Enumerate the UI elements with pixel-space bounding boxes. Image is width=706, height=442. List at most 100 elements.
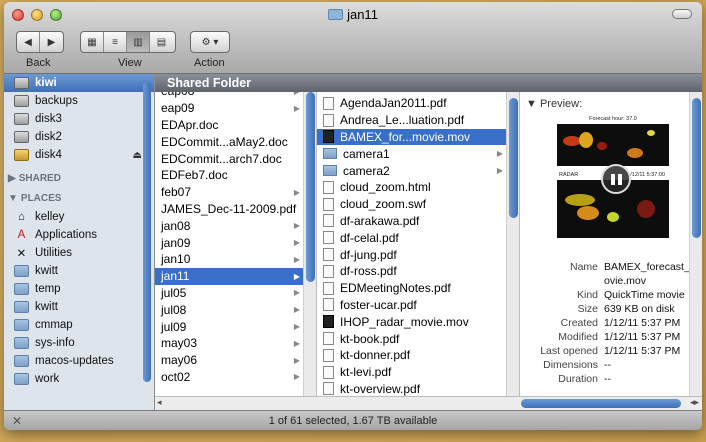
list-item[interactable]: df-ross.pdf — [317, 263, 519, 280]
sidebar-item-work[interactable]: work — [4, 370, 154, 388]
sidebar-heading-places[interactable]: ▼ PLACES — [4, 188, 154, 208]
folder-icon — [14, 337, 29, 349]
list-item[interactable]: EDMeetingNotes.pdf — [317, 280, 519, 297]
list-item[interactable]: EDCommit...aMay2.doc — [155, 133, 316, 150]
sidebar-item-disk2[interactable]: disk2 — [4, 128, 154, 146]
sidebar-item-kelley[interactable]: ⌂ kelley — [4, 208, 154, 226]
list-item[interactable]: foster-ucar.pdf — [317, 297, 519, 314]
column2-scrollbar[interactable] — [509, 98, 518, 218]
sidebar-item-label: kelley — [35, 211, 65, 223]
document-icon — [323, 113, 334, 127]
sidebar-item-utilities[interactable]: ✕ Utilities — [4, 244, 154, 262]
movie-icon — [323, 315, 334, 329]
list-item[interactable]: AgendaJan2011.pdf — [317, 95, 519, 112]
list-item[interactable]: df-arakawa.pdf — [317, 213, 519, 230]
column-browser-1: eap08 ▶ eap09 ▶ EDApr.doc EDCommit...aMay2.do… — [155, 92, 317, 396]
sidebar-heading-shared[interactable]: ▶ SHARED — [4, 168, 154, 188]
column1-scrollbar[interactable] — [306, 92, 315, 282]
list-item[interactable]: kt-levi.pdf — [317, 364, 519, 381]
sidebar-item-kwitt-2[interactable]: kwitt — [4, 298, 154, 316]
forward-button[interactable]: ▶ — [40, 32, 63, 52]
toolbar-toggle-button[interactable] — [672, 9, 692, 19]
sidebar-item-label: disk2 — [35, 131, 62, 143]
list-item[interactable]: eap09 ▶ — [155, 100, 316, 117]
sidebar-item-backups[interactable]: backups — [4, 92, 154, 110]
list-item[interactable]: cloud_zoom.html — [317, 179, 519, 196]
list-item-label: camera2 — [343, 163, 390, 178]
list-item[interactable]: jan08 ▶ — [155, 217, 316, 234]
info-key: Dimensions — [543, 359, 598, 371]
sidebar-item-applications[interactable]: A Applications — [4, 226, 154, 244]
list-item[interactable]: Andrea_Le...luation.pdf — [317, 112, 519, 129]
list-item[interactable]: cloud_zoom.swf — [317, 196, 519, 213]
list-item[interactable]: df-celal.pdf — [317, 229, 519, 246]
folder-icon — [323, 165, 337, 177]
list-item[interactable]: BAMEX_for...movie.mov — [317, 128, 519, 146]
scroll-right-arrow-icon[interactable]: ◂▸ — [690, 397, 699, 408]
sidebar-item-temp[interactable]: temp — [4, 280, 154, 298]
pause-button[interactable] — [601, 164, 631, 194]
list-item[interactable]: kt-overview.pdf — [317, 381, 519, 396]
column1-scroll-track[interactable] — [303, 92, 316, 396]
info-row: Duration -- — [520, 372, 702, 386]
sidebar-item-kwitt[interactable]: kwitt — [4, 262, 154, 280]
action-menu-button[interactable]: ⚙ ▾ — [190, 31, 230, 53]
preview-scrollbar[interactable] — [692, 98, 701, 238]
pause-icon — [617, 173, 622, 185]
list-item[interactable]: eap08 ▶ — [155, 92, 316, 100]
list-item[interactable]: EDFeb7.doc — [155, 167, 316, 184]
file-info: Name BAMEX_forecast_m ovie.mov Kind QuickTim… — [520, 260, 702, 386]
list-item-label: eap08 — [161, 92, 194, 98]
sidebar-item-sys-info[interactable]: sys-info — [4, 334, 154, 352]
column2-scroll-track[interactable] — [506, 92, 519, 396]
list-item[interactable]: camera2 ▶ — [317, 162, 519, 179]
sidebar-item-cmmap[interactable]: cmmap — [4, 316, 154, 334]
info-value: -- — [604, 359, 611, 371]
sidebar-item-macos-updates[interactable]: macos-updates — [4, 352, 154, 370]
list-item[interactable]: may03 ▶ — [155, 335, 316, 352]
list-item[interactable]: EDApr.doc — [155, 117, 316, 134]
document-icon — [323, 180, 334, 194]
info-row: Dimensions -- — [520, 358, 702, 372]
preview-scroll-track[interactable] — [689, 92, 702, 396]
radar-map-top — [557, 124, 669, 166]
icon-view-button[interactable]: ▦ — [81, 32, 104, 52]
chevron-right-icon: ▶ — [293, 372, 300, 382]
list-item[interactable]: jan10 ▶ — [155, 251, 316, 268]
list-item[interactable]: kt-book.pdf — [317, 330, 519, 347]
list-item[interactable]: jul08 ▶ — [155, 301, 316, 318]
coverflow-view-button[interactable]: ▤ — [150, 32, 173, 52]
back-button[interactable]: ◀ — [17, 32, 40, 52]
list-item[interactable]: kt-donner.pdf — [317, 347, 519, 364]
sidebar-item-kiwi[interactable]: kiwi — [4, 74, 154, 92]
list-item-label: EDCommit...arch7.doc — [161, 151, 282, 166]
horizontal-scrollbar[interactable] — [521, 399, 681, 408]
list-item[interactable]: camera1 ▶ — [317, 145, 519, 162]
sidebar-item-disk3[interactable]: disk3 — [4, 110, 154, 128]
eject-icon[interactable]: ⏏ — [133, 150, 142, 161]
list-item[interactable]: feb07 ▶ — [155, 184, 316, 201]
list-item[interactable]: jan11 ▶ — [155, 267, 316, 285]
horizontal-scroll-track[interactable]: ◂ ◂▸ — [155, 396, 702, 410]
chevron-right-icon: ▶ — [496, 149, 503, 159]
list-item[interactable]: df-jung.pdf — [317, 246, 519, 263]
list-item-label: eap09 — [161, 101, 195, 116]
sidebar-item-label: Applications — [35, 229, 98, 241]
chevron-right-icon: ▶ — [294, 92, 300, 96]
folder-icon — [14, 319, 29, 331]
list-item[interactable]: jan09 ▶ — [155, 234, 316, 251]
sidebar-scrollbar[interactable] — [143, 82, 151, 382]
list-item[interactable]: jul05 ▶ — [155, 285, 316, 302]
list-item[interactable]: oct02 ▶ — [155, 369, 316, 386]
movie-preview[interactable]: Forecast hour: 37.0 RADAR 1/12/11 5:37:0… — [553, 112, 673, 242]
sidebar-item-disk4[interactable]: disk4 ⏏ — [4, 146, 154, 164]
list-item[interactable]: may06 ▶ — [155, 352, 316, 369]
list-item[interactable]: jul09 ▶ — [155, 318, 316, 335]
column-view-button[interactable]: ▥ — [127, 32, 150, 52]
list-item[interactable]: EDCommit...arch7.doc — [155, 150, 316, 167]
list-item[interactable]: IHOP_radar_movie.mov — [317, 313, 519, 330]
list-item[interactable]: JAMES_Dec-11-2009.pdf — [155, 201, 316, 218]
scroll-left-arrow-icon[interactable]: ◂ — [157, 397, 162, 408]
sidebar-resize-icon[interactable]: ✕ — [12, 411, 22, 430]
list-view-button[interactable]: ≡ — [104, 32, 127, 52]
